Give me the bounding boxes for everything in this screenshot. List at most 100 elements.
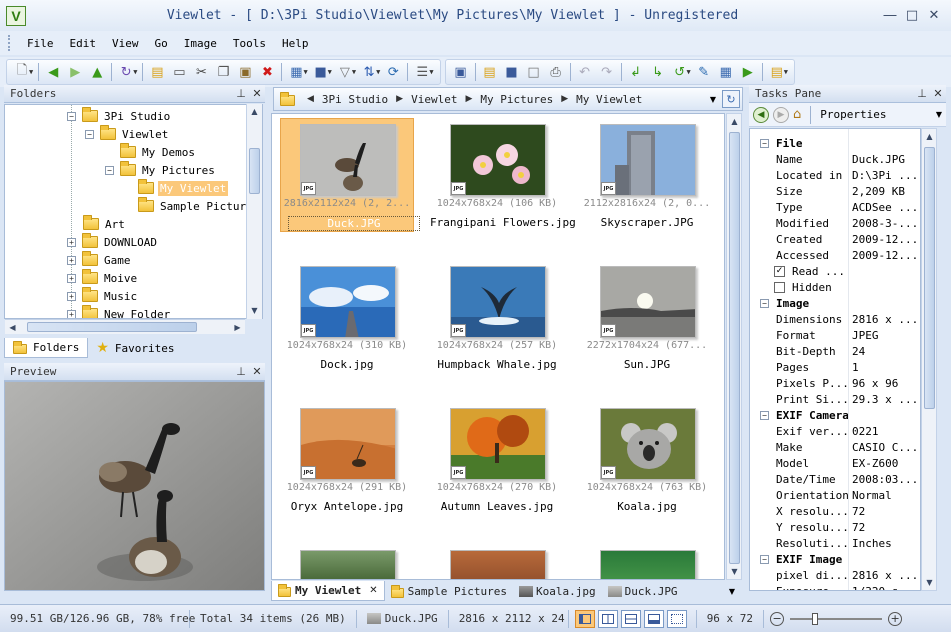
slideshow-icon[interactable]: ▣	[450, 61, 472, 83]
property-row[interactable]: Dimensions 2816 x ...	[750, 311, 920, 327]
close-icon[interactable]: ✕	[930, 87, 946, 100]
tree-item[interactable]: Art	[83, 215, 127, 233]
zoom-slider[interactable]	[790, 612, 883, 625]
delete-icon[interactable]: ✖	[256, 61, 278, 83]
view-mode-dropdown-icon[interactable]: ▼	[303, 68, 307, 76]
edit-icon[interactable]: ✎	[693, 61, 715, 83]
menu-go[interactable]: Go	[147, 37, 176, 50]
folders-scroll-thumb[interactable]	[249, 148, 260, 194]
property-row[interactable]: Pixels P... 96 x 96	[750, 375, 920, 391]
property-row[interactable]: Date/Time 2008:03...	[750, 471, 920, 487]
doc-tab-sample-pictures[interactable]: Sample Pictures	[385, 581, 513, 601]
save-all-icon[interactable]: □	[523, 61, 545, 83]
property-row[interactable]: Exif ver... 0221	[750, 423, 920, 439]
property-row[interactable]: Pages 1	[750, 359, 920, 375]
save-icon[interactable]: ■	[501, 61, 523, 83]
toolbar-overflow-icon[interactable]: ▼	[429, 68, 433, 76]
files-scroll-thumb[interactable]	[729, 132, 740, 564]
forward-icon[interactable]: ▶	[64, 61, 86, 83]
undo-icon[interactable]: ↶	[574, 61, 596, 83]
property-row[interactable]: Y resolu... 72	[750, 519, 920, 535]
property-group[interactable]: − EXIF Image	[750, 551, 920, 567]
scroll-right-icon[interactable]: ▶	[230, 320, 245, 335]
folders-vertical-scrollbar[interactable]: ▲ ▼	[246, 104, 262, 319]
folders-horizontal-scrollbar[interactable]: ◀ ▶	[5, 319, 245, 334]
thumbnail-size-dropdown-icon[interactable]: ▼	[328, 68, 332, 76]
files-vertical-scrollbar[interactable]: ▲ ▼	[726, 113, 742, 580]
checkbox[interactable]: ✓	[774, 265, 785, 277]
zoom-slider-thumb[interactable]	[812, 612, 819, 625]
thumbnail-item[interactable]: JPG 1024x768x24 (763 KB) Koala.jpg	[580, 402, 714, 522]
sync-icon[interactable]: ⟳	[382, 61, 404, 83]
thumbnail-item[interactable]: JPG 2816x2112x24 (2, 2... Duck.JPG	[280, 118, 420, 238]
sort-dropdown-icon[interactable]: ▼	[376, 68, 380, 76]
doc-tab-my-viewlet[interactable]: My Viewlet ✕	[271, 581, 385, 601]
property-row[interactable]: Located in D:\3Pi ...	[750, 167, 920, 183]
close-button[interactable]: ✕	[923, 6, 945, 26]
doc-tab-duck[interactable]: Duck.JPG	[602, 581, 684, 601]
print-icon[interactable]: ⎙	[545, 61, 567, 83]
thumbnail-item[interactable]: JPG 1024x768x24 (257 KB) Humpback Whale.jp…	[430, 260, 564, 380]
properties-vertical-scrollbar[interactable]: ▲ ▼	[921, 128, 937, 591]
property-row[interactable]: Resoluti... Inches	[750, 535, 920, 551]
menu-image[interactable]: Image	[176, 37, 225, 50]
property-row[interactable]: Size 2,209 KB	[750, 183, 920, 199]
property-row[interactable]: Type ACDSee ...	[750, 199, 920, 215]
task-selector[interactable]: Properties ▼	[814, 108, 946, 121]
chevron-right-icon[interactable]: ▶	[396, 94, 403, 104]
zoom-out-icon[interactable]: −	[770, 611, 785, 626]
thumbnail-image[interactable]	[450, 550, 546, 579]
tree-item[interactable]: + Game	[67, 251, 133, 269]
layout-grid-icon[interactable]	[620, 609, 641, 628]
convert-icon[interactable]: ▶	[737, 61, 759, 83]
thumbnail-item[interactable]: JPG 2112x2816x24 (2, 0... Skyscraper.JPG	[580, 118, 714, 238]
breadcrumb-3pi-studio[interactable]: 3Pi Studio	[322, 93, 388, 106]
thumbnail-item[interactable]: JPG 1024x768x24 (291 KB) Oryx Antelope.jpg	[280, 402, 414, 522]
flip-dropdown-icon[interactable]: ▼	[687, 68, 691, 76]
tab-favorites[interactable]: ★ Favorites	[88, 338, 182, 358]
redo-icon[interactable]: ↷	[596, 61, 618, 83]
filter-dropdown-icon[interactable]: ▼	[352, 68, 356, 76]
scroll-down-icon[interactable]: ▼	[247, 303, 262, 318]
breadcrumb-my-viewlet[interactable]: My Viewlet	[576, 93, 642, 106]
property-row[interactable]: Accessed 2009-12...	[750, 247, 920, 263]
thumbnail-item[interactable]: JPG 2272x1704x24 (677... Sun.JPG	[580, 260, 714, 380]
resize-icon[interactable]: ▦	[715, 61, 737, 83]
scroll-up-icon[interactable]: ▲	[247, 104, 262, 119]
property-row[interactable]: X resolu... 72	[750, 503, 920, 519]
property-row[interactable]: Print Si... 29.3 x ...	[750, 391, 920, 407]
maximize-button[interactable]: □	[901, 6, 923, 26]
thumbnail-item[interactable]: JPG 1024x768x24 (270 KB) Autumn Leaves.jpg	[430, 402, 564, 522]
breadcrumb-my-pictures[interactable]: My Pictures	[480, 93, 553, 106]
tab-folders[interactable]: Folders	[4, 338, 89, 358]
layout-filmstrip-icon[interactable]	[643, 609, 664, 628]
refresh-dropdown-icon[interactable]: ▼	[133, 68, 137, 76]
thumbnail-image[interactable]	[600, 550, 696, 579]
tree-item[interactable]: − My Pictures	[105, 161, 217, 179]
address-dropdown-icon[interactable]: ▼	[710, 95, 716, 104]
close-icon[interactable]: ✕	[249, 87, 265, 100]
thumbnail-item[interactable]: JPG 1024x768x24 (310 KB) Dock.jpg	[280, 260, 414, 380]
expand-icon[interactable]: +	[67, 237, 76, 247]
property-row[interactable]: Orientation Normal	[750, 487, 920, 503]
expand-icon[interactable]: +	[67, 273, 76, 283]
property-group[interactable]: − File	[750, 135, 920, 151]
thumbnail-list[interactable]: JPG 2816x2112x24 (2, 2... Duck.JPG JPG 1024x…	[271, 113, 725, 580]
layout-single-icon[interactable]	[574, 609, 595, 628]
pin-icon[interactable]: ⊥	[914, 87, 930, 100]
checkbox[interactable]	[774, 281, 785, 293]
tree-item[interactable]: + New Folder	[67, 305, 172, 318]
property-group[interactable]: − EXIF Camera	[750, 407, 920, 423]
open-icon[interactable]: ▤	[479, 61, 501, 83]
tree-item[interactable]: + DOWNLOAD	[67, 233, 159, 251]
breadcrumb-back-icon[interactable]: ◀	[307, 94, 314, 104]
address-bar[interactable]: ◀ 3Pi Studio ▶ Viewlet ▶ My Pictures ▶ M…	[273, 87, 743, 111]
expand-icon[interactable]: +	[67, 291, 76, 301]
scroll-down-icon[interactable]: ▼	[922, 575, 937, 590]
property-row[interactable]: Modified 2008-3-...	[750, 215, 920, 231]
properties-scroll-thumb[interactable]	[924, 147, 935, 409]
thumbnail-item[interactable]: JPG 1024x768x24 (106 KB) Frangipani Flower…	[430, 118, 576, 238]
chevron-right-icon[interactable]: ▶	[561, 94, 568, 104]
scroll-up-icon[interactable]: ▲	[922, 129, 937, 144]
property-row[interactable]: pixel di... 2816 x ...	[750, 567, 920, 583]
